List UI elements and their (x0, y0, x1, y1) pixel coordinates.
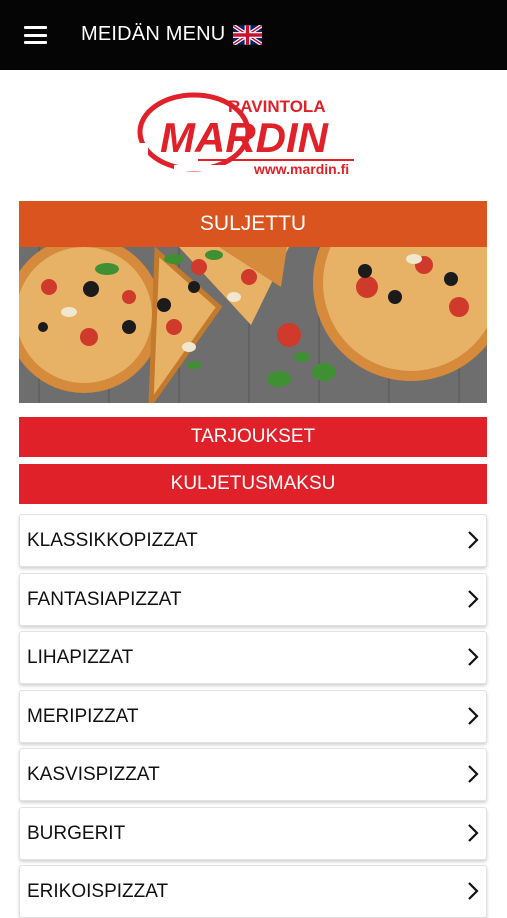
hamburger-menu-icon[interactable] (24, 26, 47, 44)
chevron-right-icon (468, 824, 479, 842)
top-bar: MEIDÄN MENU (0, 0, 507, 70)
category-special-pizzas[interactable]: ERIKOISPIZZAT (19, 865, 487, 918)
page-title: MEIDÄN MENU (81, 23, 226, 45)
category-label: BURGERIT (27, 823, 126, 844)
pizza-banner-image (19, 247, 487, 403)
chevron-right-icon (468, 707, 479, 725)
category-label: LIHAPIZZAT (27, 647, 134, 668)
category-fantasy-pizzas[interactable]: FANTASIAPIZZAT (19, 573, 487, 626)
chevron-right-icon (468, 590, 479, 608)
chevron-right-icon (468, 531, 479, 549)
category-label: MERIPIZZAT (27, 706, 139, 727)
status-banner: SULJETTU (19, 201, 487, 247)
category-label: KASVISPIZZAT (27, 764, 160, 785)
category-vegetarian-pizzas[interactable]: KASVISPIZZAT (19, 748, 487, 801)
category-classic-pizzas[interactable]: KLASSIKKOPIZZAT (19, 514, 487, 567)
logo-url: www.mardin.fi (253, 161, 349, 177)
uk-flag-icon[interactable] (233, 25, 262, 45)
mardin-logo: RAVINTOLA MARDIN www.mardin.fi (136, 92, 354, 177)
delivery-fee-button[interactable]: KULJETUSMAKSU (19, 464, 487, 504)
category-seafood-pizzas[interactable]: MERIPIZZAT (19, 690, 487, 743)
offers-button[interactable]: TARJOUKSET (19, 417, 487, 457)
category-meat-pizzas[interactable]: LIHAPIZZAT (19, 631, 487, 684)
chevron-right-icon (468, 882, 479, 900)
chevron-right-icon (468, 765, 479, 783)
logo-brand: MARDIN (160, 114, 330, 161)
category-burgers[interactable]: BURGERIT (19, 807, 487, 860)
category-label: KLASSIKKOPIZZAT (27, 530, 198, 551)
chevron-right-icon (468, 648, 479, 666)
category-label: FANTASIAPIZZAT (27, 589, 182, 610)
